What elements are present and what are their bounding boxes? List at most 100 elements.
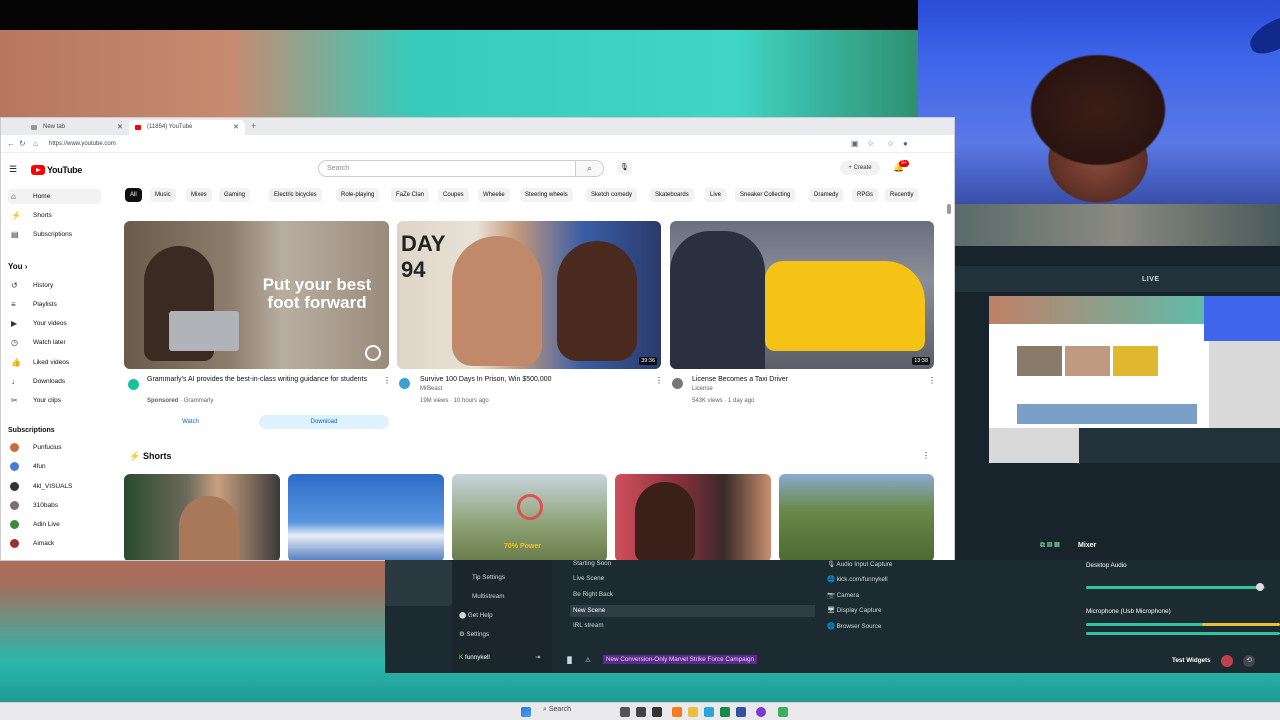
- chip[interactable]: Role-playing: [336, 188, 380, 202]
- channel-avatar[interactable]: [672, 378, 683, 389]
- sub-item[interactable]: Punfucius: [8, 440, 101, 455]
- video-title[interactable]: Survive 100 Days In Prison, Win $500,000: [420, 375, 650, 385]
- chip[interactable]: Mixes: [186, 188, 212, 202]
- short-thumbnail[interactable]: [779, 474, 934, 560]
- video-thumbnail[interactable]: 13:38: [670, 221, 934, 369]
- file-explorer-icon[interactable]: [688, 707, 698, 717]
- extension-icon[interactable]: ▣: [851, 138, 859, 150]
- back-icon[interactable]: ←: [7, 138, 15, 150]
- ticker-banner[interactable]: New Conversion-Only Marvel Strike Force …: [603, 655, 758, 664]
- chip[interactable]: All: [125, 188, 142, 202]
- sub-item[interactable]: 310babs: [8, 498, 101, 513]
- search-input[interactable]: Search ⌕: [318, 160, 604, 177]
- windows-start-icon[interactable]: [521, 707, 531, 717]
- home-nav-icon[interactable]: ⌂: [33, 138, 38, 150]
- reload-icon[interactable]: ↻: [19, 138, 26, 150]
- source-item[interactable]: 📷 Camera: [827, 591, 859, 599]
- chip[interactable]: Electric bicycles: [269, 188, 322, 202]
- tab-new[interactable]: New tab ✕: [13, 120, 129, 135]
- terminal-icon[interactable]: [652, 707, 662, 717]
- channel-name[interactable]: Grammarly: [184, 398, 214, 404]
- short-thumbnail[interactable]: 70% Power: [452, 474, 607, 560]
- video-title[interactable]: License Becomes a Taxi Driver: [692, 375, 922, 385]
- chip[interactable]: FaZe Clan: [391, 188, 430, 202]
- channel-name[interactable]: License: [692, 385, 713, 394]
- slider-handle[interactable]: [1256, 583, 1264, 591]
- sub-item[interactable]: 4fun: [8, 459, 101, 474]
- video-thumbnail[interactable]: Put your best foot forward: [124, 221, 389, 369]
- account-row[interactable]: K funnykell: [459, 654, 490, 661]
- record-icon[interactable]: [1221, 655, 1233, 667]
- settings-round-icon[interactable]: ⟲: [1243, 655, 1255, 667]
- sidebar-item-downloads[interactable]: ↓ Downloads: [8, 374, 101, 389]
- sidebar-item-your-videos[interactable]: ▶ Your videos: [8, 316, 101, 331]
- firefox-icon[interactable]: [672, 707, 682, 717]
- store-icon[interactable]: [736, 707, 746, 717]
- scrollbar-thumb[interactable]: [947, 204, 951, 214]
- more-icon[interactable]: ⋮: [383, 376, 391, 385]
- star-icon[interactable]: ☆: [867, 138, 874, 150]
- streaming-app-icon[interactable]: [778, 707, 788, 717]
- obs-icon[interactable]: [756, 707, 766, 717]
- scene-item[interactable]: IRL stream: [573, 622, 604, 629]
- sidebar-item-watch-later[interactable]: ◷ Watch later: [8, 335, 101, 350]
- scene-item[interactable]: Live Scene: [573, 575, 604, 582]
- video-thumbnail[interactable]: DAY 94 39:36: [397, 221, 661, 369]
- short-thumbnail[interactable]: [288, 474, 444, 560]
- task-view-icon[interactable]: [636, 707, 646, 717]
- desktop-audio-slider[interactable]: [1086, 586, 1266, 589]
- source-item[interactable]: 🎙 Audio Input Capture: [827, 560, 892, 568]
- chip[interactable]: Dramedy: [809, 188, 844, 202]
- taskbar-search[interactable]: ⌕ Search: [543, 706, 571, 714]
- sidebar-item-history[interactable]: ↺ History: [8, 278, 101, 293]
- menu-multistream[interactable]: Multistream: [472, 593, 505, 600]
- new-tab-plus-icon[interactable]: +: [251, 121, 256, 131]
- search-icon[interactable]: ⌕: [575, 161, 603, 176]
- chip[interactable]: Live: [705, 188, 727, 202]
- sidebar-item-liked-videos[interactable]: 👍 Liked videos: [8, 355, 101, 370]
- edge-icon[interactable]: [704, 707, 714, 717]
- chip[interactable]: Skateboards: [650, 188, 694, 202]
- source-item[interactable]: 🌐 Browser Source: [827, 622, 881, 630]
- chip[interactable]: Coupes: [438, 188, 469, 202]
- more-icon[interactable]: ⋮: [922, 451, 930, 460]
- sub-item[interactable]: Aimack: [8, 536, 101, 551]
- create-button[interactable]: + Create: [840, 161, 880, 175]
- mixer-tools-icon[interactable]: ⧉ ▤ ▦: [1040, 542, 1060, 550]
- download-button[interactable]: Download: [259, 415, 389, 429]
- close-icon[interactable]: ✕: [117, 120, 123, 135]
- sidebar-item-home[interactable]: ⌂ Home: [8, 189, 101, 204]
- sidebar-item-clips[interactable]: ✂ Your clips: [8, 393, 101, 408]
- short-thumbnail[interactable]: [124, 474, 280, 560]
- you-header[interactable]: You ›: [8, 262, 27, 271]
- short-thumbnail[interactable]: [615, 474, 771, 560]
- source-item[interactable]: 🌐 kick.com/funnykell: [827, 575, 888, 583]
- more-icon[interactable]: ⋮: [655, 376, 663, 385]
- logout-icon[interactable]: ⇥: [535, 654, 540, 661]
- watch-button[interactable]: Watch: [124, 415, 257, 429]
- sub-item[interactable]: 4kl_VISUALS: [8, 479, 101, 494]
- scene-item[interactable]: Starting Soon: [573, 560, 611, 567]
- channel-avatar[interactable]: [399, 378, 410, 389]
- chip[interactable]: Steering wheels: [520, 188, 573, 202]
- source-item[interactable]: 🖥 Display Capture: [827, 606, 882, 614]
- chip[interactable]: Recently: [885, 188, 919, 202]
- menu-icon[interactable]: ☰: [9, 164, 17, 175]
- menu-settings[interactable]: ⚙ Settings: [459, 631, 489, 638]
- more-icon[interactable]: ⋮: [928, 376, 936, 385]
- test-widgets-button[interactable]: Test Widgets: [1172, 657, 1211, 664]
- stats-icon[interactable]: ▐▌: [565, 657, 574, 664]
- video-title[interactable]: Grammarly's AI provides the best-in-clas…: [147, 375, 375, 385]
- menu-tip-settings[interactable]: Tip Settings: [472, 574, 505, 581]
- mic-icon[interactable]: 🎙: [617, 160, 632, 175]
- chip[interactable]: Gaming: [219, 188, 251, 202]
- sidebar-item-shorts[interactable]: ⚡ Shorts: [8, 208, 101, 223]
- chip[interactable]: Sneaker Collecting: [735, 188, 796, 202]
- sub-item[interactable]: Adin Live: [8, 517, 101, 532]
- menu-get-help[interactable]: ⬤ Get Help: [459, 612, 493, 619]
- channel-avatar[interactable]: [128, 379, 139, 390]
- mic-audio-slider[interactable]: [1086, 632, 1280, 635]
- profile-icon[interactable]: ●: [903, 138, 908, 150]
- chip[interactable]: RPGs: [852, 188, 879, 202]
- chip[interactable]: Sketch comedy: [586, 188, 638, 202]
